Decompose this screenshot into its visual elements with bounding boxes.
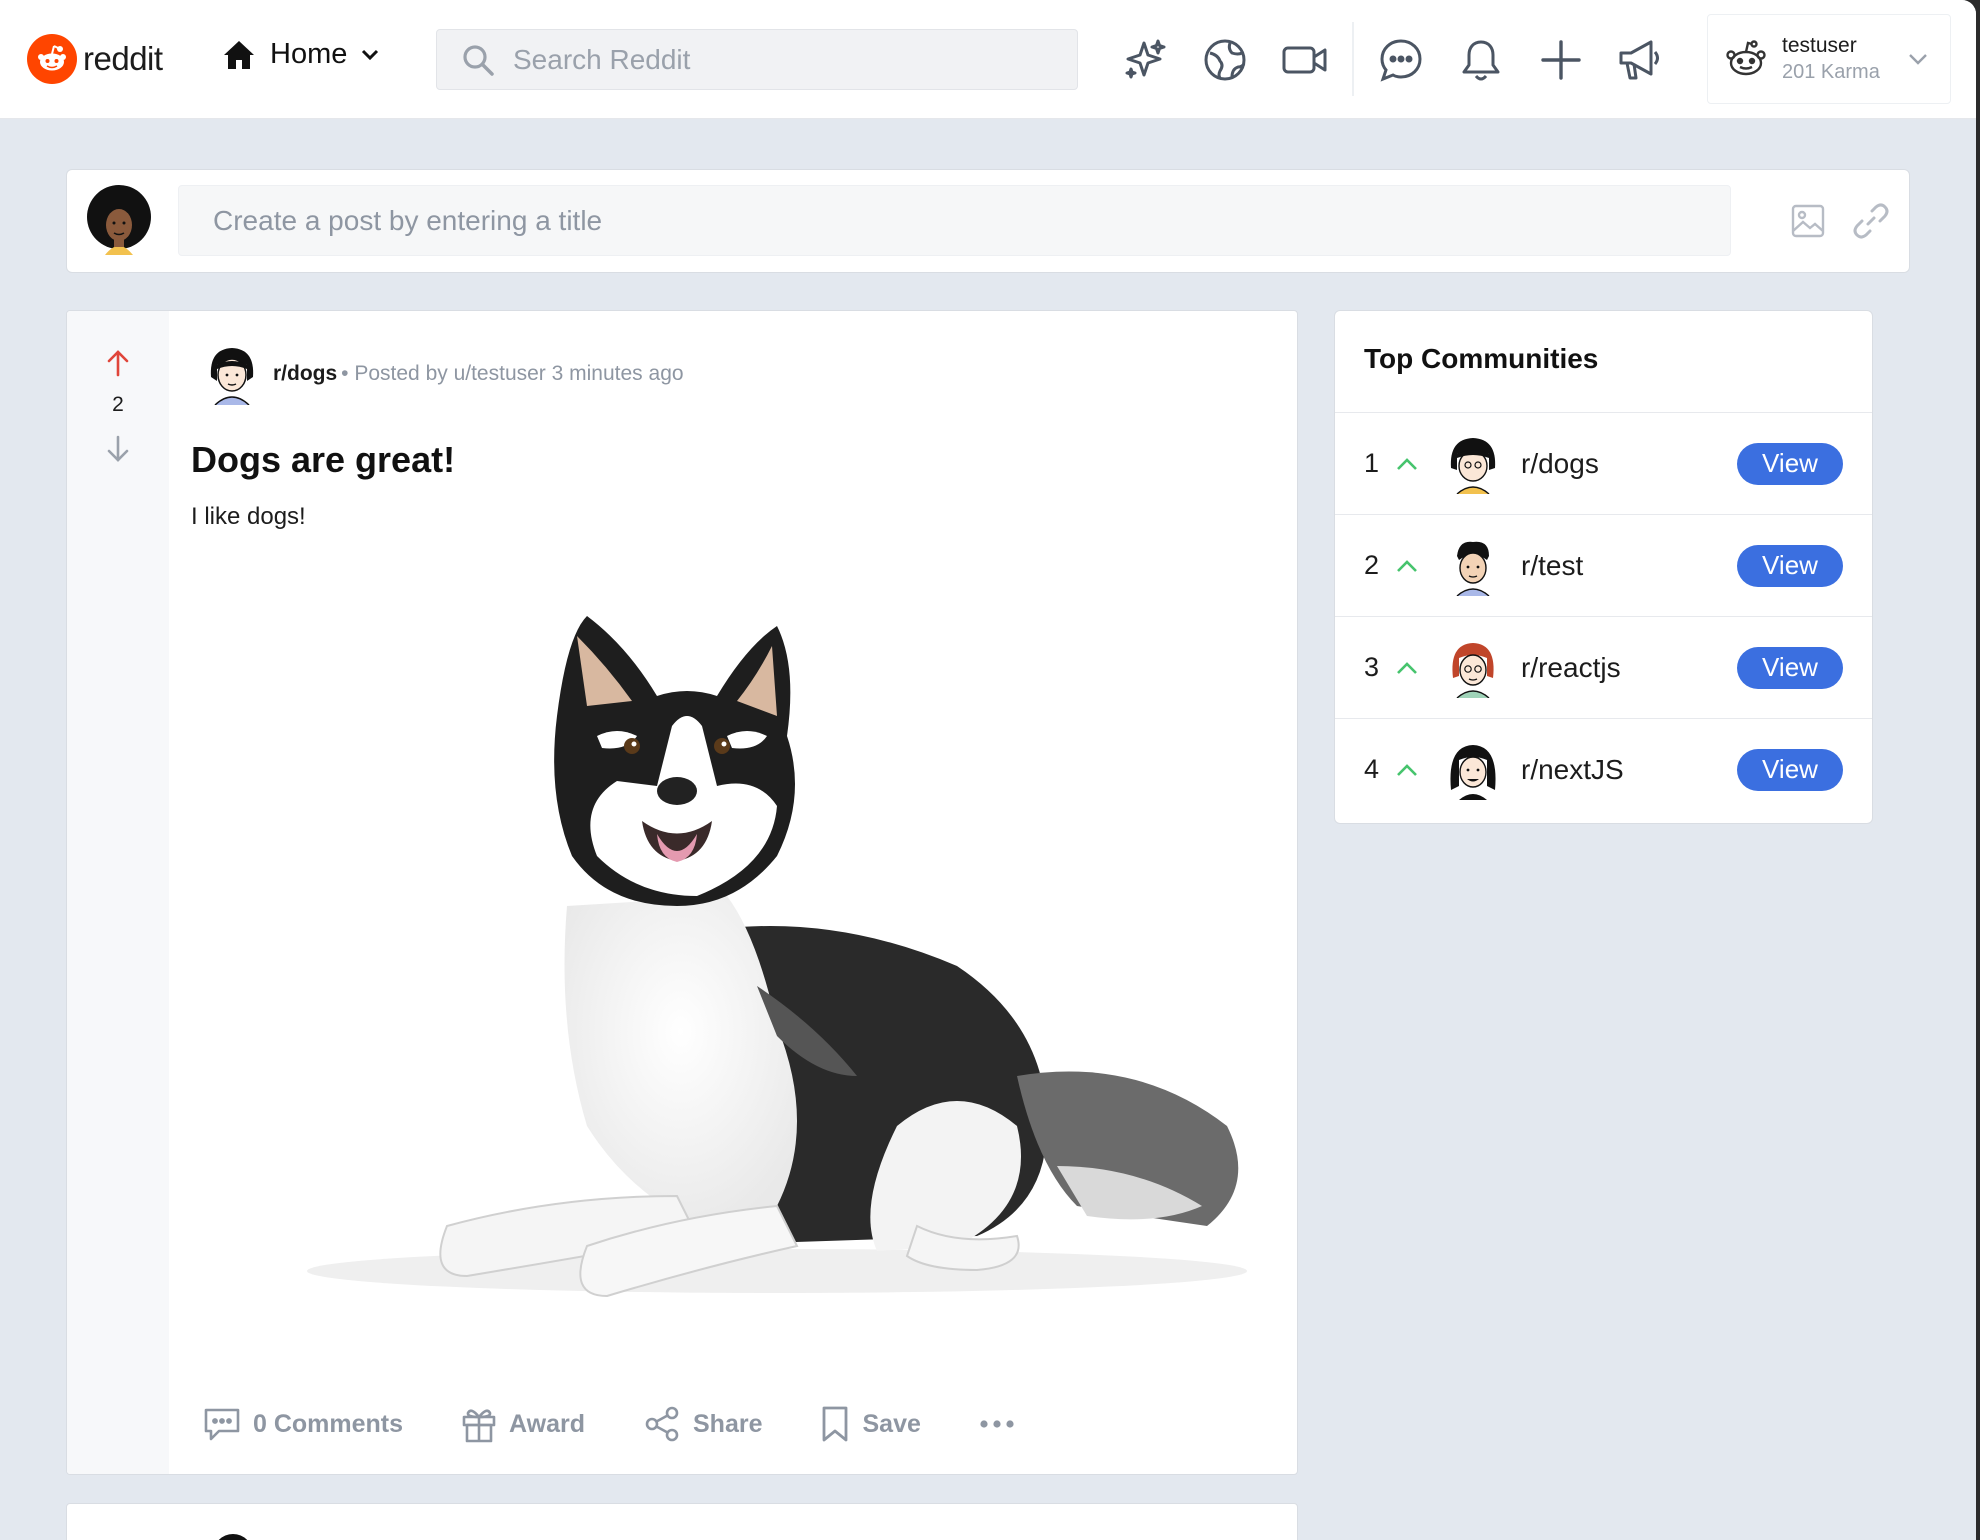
chat-icon[interactable]: [1377, 36, 1425, 84]
community-name[interactable]: r/reactjs: [1521, 652, 1621, 684]
community-avatar: [1450, 744, 1496, 800]
reddit-logo[interactable]: reddit: [27, 34, 163, 84]
award-label: Award: [509, 1409, 585, 1438]
chevron-down-icon: [1909, 54, 1927, 65]
home-dropdown[interactable]: Home: [222, 38, 379, 71]
save-label: Save: [862, 1409, 921, 1438]
comments-label: 0 Comments: [253, 1409, 404, 1438]
top-communities-title: Top Communities: [1364, 343, 1599, 374]
view-community-button[interactable]: View: [1737, 544, 1843, 587]
search-icon: [463, 44, 494, 76]
gift-icon: [462, 1409, 496, 1443]
logo-text: reddit: [83, 40, 163, 77]
trend-up-icon: [1397, 559, 1417, 572]
share-button[interactable]: Share: [643, 1405, 762, 1443]
search-bar[interactable]: [436, 29, 1078, 90]
create-post-bar: [66, 169, 1910, 273]
post-meta: r/dogs • Posted by u/testuser 3 minutes …: [201, 343, 684, 405]
community-rank: 1: [1364, 448, 1380, 478]
top-nav: reddit Home Search Reddit testuser 201 K…: [0, 0, 1976, 119]
create-post-input[interactable]: [178, 185, 1731, 256]
user-karma: 201 Karma: [1782, 61, 1880, 83]
award-button[interactable]: Award: [461, 1405, 585, 1443]
user-menu[interactable]: testuser 201 Karma: [1707, 14, 1951, 104]
user-avatar[interactable]: [83, 185, 155, 257]
post-subreddit-link[interactable]: r/dogs: [273, 362, 337, 386]
bell-icon[interactable]: [1457, 36, 1505, 84]
post-byline: • Posted by u/testuser 3 minutes ago: [341, 362, 684, 385]
trend-up-icon: [1397, 763, 1417, 776]
trend-up-icon: [1397, 661, 1417, 674]
community-row[interactable]: 4 r/nextJS View: [1335, 718, 1872, 820]
bookmark-icon: [823, 1406, 848, 1442]
vote-score: 2: [112, 393, 124, 416]
search-input[interactable]: [513, 43, 1053, 76]
post-actions: 0 Comments Award Share Save: [203, 1405, 1015, 1443]
chevron-down-icon: [362, 49, 379, 60]
post-card[interactable]: 2 r/dogs • Posted by u/testuser 3 minute…: [66, 310, 1298, 1475]
community-avatar: [1452, 642, 1494, 698]
more-options-icon[interactable]: [979, 1419, 1015, 1429]
community-rank: 2: [1364, 550, 1380, 580]
downvote-button[interactable]: [102, 433, 134, 465]
megaphone-icon[interactable]: [1615, 36, 1663, 84]
subreddit-avatar[interactable]: [201, 343, 263, 405]
user-name: testuser: [1782, 34, 1857, 57]
view-community-button[interactable]: View: [1737, 646, 1843, 689]
vote-column: 2: [67, 311, 169, 1474]
header-divider: [1352, 22, 1354, 96]
comment-icon: [204, 1408, 240, 1441]
community-avatar: [1450, 437, 1496, 494]
reddit-avatar-icon: [1726, 40, 1766, 76]
home-label: Home: [270, 38, 348, 70]
home-icon: [224, 40, 254, 69]
app-window: reddit Home Search Reddit testuser 201 K…: [0, 0, 1976, 1540]
post-card-next[interactable]: [66, 1503, 1298, 1540]
view-community-button[interactable]: View: [1737, 442, 1843, 485]
globe-icon[interactable]: [1201, 36, 1249, 84]
video-icon[interactable]: [1281, 36, 1329, 84]
link-icon[interactable]: [1851, 201, 1891, 241]
post-body: I like dogs!: [191, 503, 306, 530]
arrow-down-icon: [107, 435, 129, 462]
community-rank: 4: [1364, 754, 1380, 784]
community-row[interactable]: 2 r/test View: [1335, 514, 1872, 616]
top-communities-card: Top Communities 1 r/dogs View 2 r/test V…: [1334, 310, 1873, 824]
plus-icon[interactable]: [1537, 36, 1585, 84]
upvote-button[interactable]: [102, 347, 134, 379]
save-button[interactable]: Save: [820, 1405, 921, 1443]
sparkle-icon[interactable]: [1121, 36, 1169, 84]
community-avatar: [1456, 541, 1490, 596]
community-rank: 3: [1364, 652, 1380, 682]
community-row[interactable]: 1 r/dogs View: [1335, 412, 1872, 514]
arrow-up-icon: [107, 350, 129, 377]
share-label: Share: [693, 1409, 763, 1438]
trend-up-icon: [1397, 457, 1417, 470]
comments-button[interactable]: 0 Comments: [203, 1406, 403, 1442]
image-icon[interactable]: [1790, 203, 1826, 239]
reddit-alien-icon: [27, 34, 77, 84]
post-avatar: [213, 1534, 253, 1540]
community-name[interactable]: r/test: [1521, 550, 1583, 582]
community-name[interactable]: r/dogs: [1521, 448, 1599, 480]
community-row[interactable]: 3 r/reactjs View: [1335, 616, 1872, 718]
share-icon: [645, 1406, 679, 1442]
community-name[interactable]: r/nextJS: [1521, 754, 1624, 786]
post-title[interactable]: Dogs are great!: [191, 439, 455, 481]
view-community-button[interactable]: View: [1737, 748, 1843, 791]
post-image-husky[interactable]: [257, 606, 1287, 1306]
